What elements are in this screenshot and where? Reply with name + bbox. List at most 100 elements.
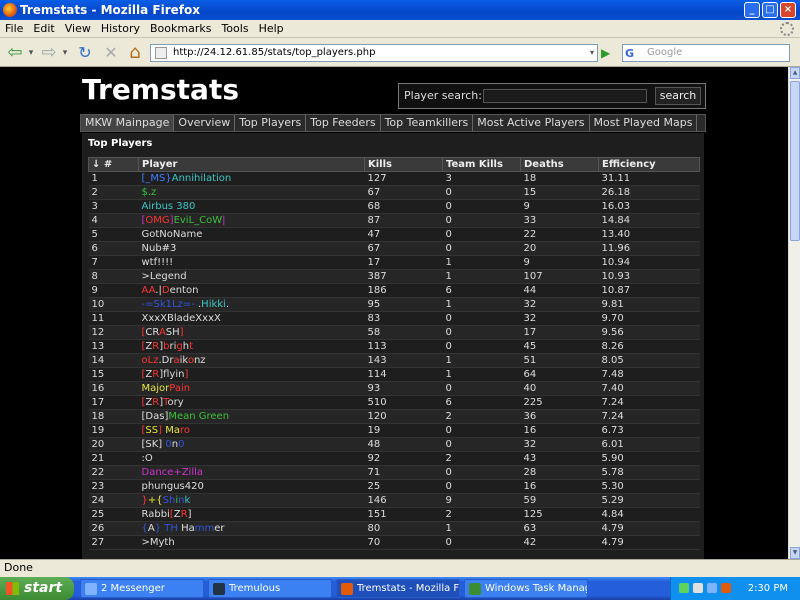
efficiency-cell: 9.70 xyxy=(598,311,700,326)
start-button[interactable]: start xyxy=(0,577,74,600)
team-kills-cell: 1 xyxy=(442,255,521,270)
efficiency-cell: 5.30 xyxy=(598,479,700,494)
taskbar-item-task-manager[interactable]: Windows Task Manager xyxy=(464,579,588,598)
player-cell: MajorPain xyxy=(138,381,365,396)
scroll-down-icon[interactable]: ▼ xyxy=(790,547,800,559)
player-name-part: Sh xyxy=(162,495,176,506)
reload-button[interactable]: ↻ xyxy=(74,42,96,64)
url-dropdown-icon[interactable]: ▾ xyxy=(590,45,594,61)
rank-cell: 7 xyxy=(88,255,139,270)
tray-app-icon[interactable] xyxy=(721,583,731,593)
navigation-toolbar: ⇦ ▾ ⇨ ▾ ↻ ✕ ⌂ http://24.12.61.85/stats/t… xyxy=(0,38,800,67)
col-team-kills-header[interactable]: Team Kills xyxy=(442,157,521,172)
forward-button[interactable]: ⇨ xyxy=(38,42,60,64)
deaths-cell: 15 xyxy=(520,185,599,200)
maximize-button[interactable]: □ xyxy=(762,2,778,18)
volume-icon[interactable] xyxy=(693,583,703,593)
team-kills-cell: 0 xyxy=(442,535,521,550)
rank-cell: 16 xyxy=(88,381,139,396)
player-cell: [OMG]EviL_CoW| xyxy=(138,213,365,228)
player-cell: oLz.Draikonz xyxy=(138,353,365,368)
stop-button[interactable]: ✕ xyxy=(100,42,122,64)
forward-history-dropdown[interactable]: ▾ xyxy=(60,42,70,64)
player-name-part: SH xyxy=(165,327,180,338)
tab-overview[interactable]: Overview xyxy=(174,115,236,131)
deaths-cell: 36 xyxy=(520,409,599,424)
kills-cell: 114 xyxy=(364,367,443,382)
team-kills-cell: 0 xyxy=(442,325,521,340)
kills-cell: 143 xyxy=(364,353,443,368)
menu-history[interactable]: History xyxy=(96,20,145,38)
efficiency-cell: 4.79 xyxy=(598,521,700,536)
menu-file[interactable]: File xyxy=(0,20,28,38)
menu-view[interactable]: View xyxy=(60,20,96,38)
messenger-tray-icon[interactable] xyxy=(707,583,717,593)
kills-cell: 48 xyxy=(364,437,443,452)
home-button[interactable]: ⌂ xyxy=(124,42,146,64)
deaths-cell: 9 xyxy=(520,199,599,214)
team-kills-cell: 0 xyxy=(442,465,521,480)
player-name-part: phungus420 xyxy=(141,481,204,492)
tab-most-played-maps[interactable]: Most Played Maps xyxy=(590,115,698,131)
taskbar-item-messenger[interactable]: 2 Messenger xyxy=(80,579,204,598)
google-engine-icon[interactable]: G xyxy=(625,46,634,62)
table-row: 21:O 92 2 43 5.90 xyxy=(88,451,700,466)
efficiency-cell: 8.26 xyxy=(598,339,700,354)
go-button[interactable]: ▶ xyxy=(601,44,615,62)
deaths-cell: 51 xyxy=(520,353,599,368)
menu-bookmarks[interactable]: Bookmarks xyxy=(145,20,216,38)
tab-top-players[interactable]: Top Players xyxy=(235,115,307,131)
kills-cell: 71 xyxy=(364,465,443,480)
rank-cell: 9 xyxy=(88,283,139,298)
rank-cell: 5 xyxy=(88,227,139,242)
url-bar[interactable]: http://24.12.61.85/stats/top_players.php… xyxy=(150,44,598,62)
tab-most-active-players[interactable]: Most Active Players xyxy=(473,115,590,131)
tab-mkw-mainpage[interactable]: MKW Mainpage xyxy=(81,115,175,131)
tab-top-teamkillers[interactable]: Top Teamkillers xyxy=(381,115,474,131)
deaths-cell: 22 xyxy=(520,227,599,242)
back-history-dropdown[interactable]: ▾ xyxy=(26,42,36,64)
tab-top-feeders[interactable]: Top Feeders xyxy=(306,115,381,131)
taskbar-item-tremulous[interactable]: Tremulous xyxy=(208,579,332,598)
col-deaths-header[interactable]: Deaths xyxy=(520,157,599,172)
col-kills-header[interactable]: Kills xyxy=(364,157,443,172)
taskbar-item-firefox[interactable]: Tremstats - Mozilla Fir... xyxy=(336,579,460,598)
search-bar[interactable]: G Google xyxy=(622,44,790,62)
team-kills-cell: 0 xyxy=(442,311,521,326)
kills-cell: 70 xyxy=(364,535,443,550)
network-icon[interactable] xyxy=(679,583,689,593)
player-cell: [SK] 0n0 xyxy=(138,437,365,452)
player-name-part: | xyxy=(222,215,226,226)
table-row: 5 GotNoName 47 0 22 13.40 xyxy=(88,227,700,242)
vertical-scrollbar[interactable]: ▲ ▼ xyxy=(788,67,800,559)
player-cell: [Das]Mean Green xyxy=(138,409,365,424)
player-cell: XxxXBladeXxxX xyxy=(138,311,365,326)
col-rank-header[interactable]: ↓ # xyxy=(88,157,139,172)
player-name-part: t xyxy=(189,341,193,352)
table-row: 8 >Legend 387 1 107 10.93 xyxy=(88,269,700,284)
menu-tools[interactable]: Tools xyxy=(216,20,253,38)
table-row: 16 MajorPain 93 0 40 7.40 xyxy=(88,381,700,396)
player-search-button[interactable]: search xyxy=(655,87,701,105)
player-name-part: Dance+Zilla xyxy=(141,467,204,478)
col-efficiency-header[interactable]: Efficiency xyxy=(598,157,700,172)
back-button[interactable]: ⇦ xyxy=(4,42,26,64)
efficiency-cell: 16.03 xyxy=(598,199,700,214)
deaths-cell: 16 xyxy=(520,423,599,438)
player-cell: Dance+Zilla xyxy=(138,465,365,480)
deaths-cell: 17 xyxy=(520,325,599,340)
menu-help[interactable]: Help xyxy=(254,20,289,38)
scrollbar-thumb[interactable] xyxy=(790,81,800,241)
efficiency-cell: 9.81 xyxy=(598,297,700,312)
kills-cell: 80 xyxy=(364,521,443,536)
minimize-button[interactable]: _ xyxy=(744,2,760,18)
player-search-input[interactable] xyxy=(483,89,647,103)
firefox-icon xyxy=(341,583,353,595)
col-player-header[interactable]: Player xyxy=(138,157,365,172)
close-button[interactable]: × xyxy=(780,2,796,18)
player-cell: [SS] Maro xyxy=(138,423,365,438)
player-name-part: Major xyxy=(141,383,170,394)
menu-edit[interactable]: Edit xyxy=(28,20,59,38)
player-name-part: er xyxy=(214,523,225,534)
scroll-up-icon[interactable]: ▲ xyxy=(790,67,800,79)
